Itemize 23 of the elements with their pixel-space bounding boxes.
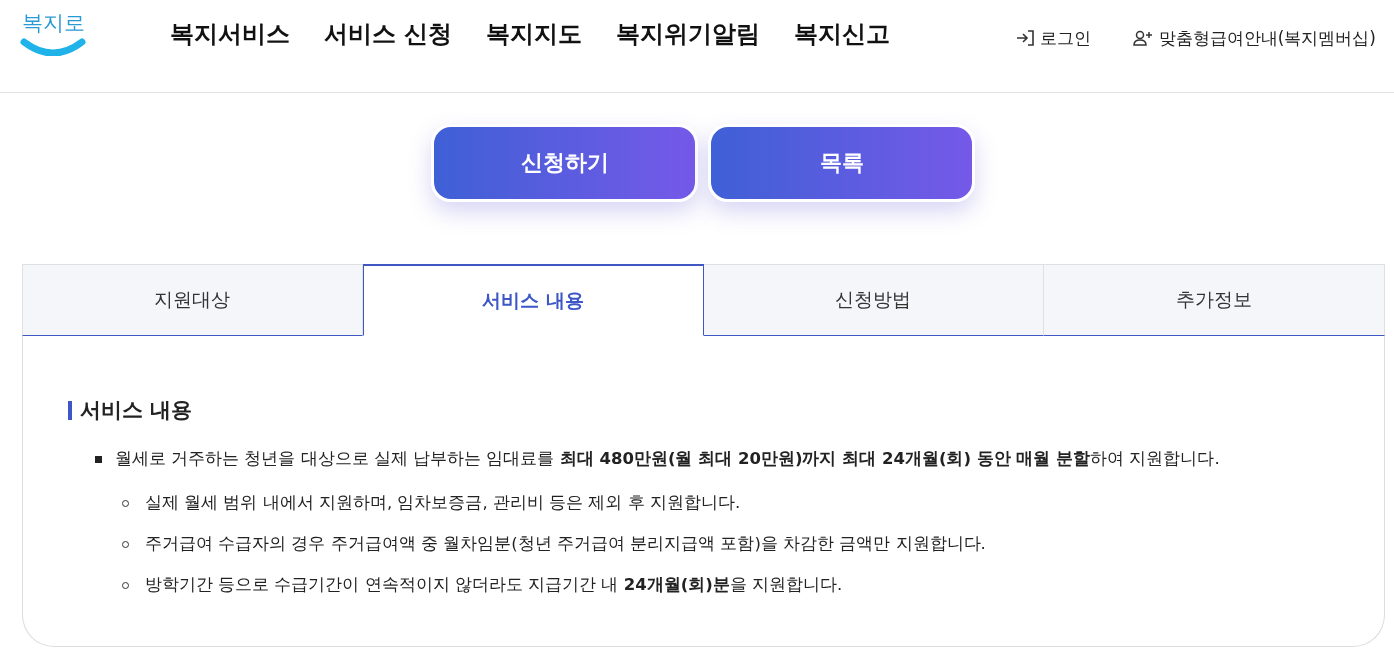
nav-link[interactable]: 서비스 신청	[324, 18, 453, 50]
nav-link[interactable]: 복지서비스	[170, 18, 290, 50]
tab[interactable]: 신청방법	[703, 264, 1045, 336]
list-item-text: 방학기간 등으로 수급기간이 연속적이지 않더라도 지급기간 내 24개월(회)분을 지원합니다.	[145, 574, 843, 596]
section-title: 서비스 내용	[80, 397, 193, 424]
action-button[interactable]: 신청하기	[431, 124, 698, 202]
user-plus-icon	[1132, 30, 1153, 46]
nav-link[interactable]: 복지지도	[486, 18, 583, 50]
list-item-text: 주거급여 수급자의 경우 주거급여액 중 월차임분(청년 주거급여 분리지급액 포함)을 차감한 금액만 지원합니다.	[145, 533, 986, 555]
utility-link[interactable]: 맞춤형급여안내(복지멤버십)	[1132, 26, 1376, 50]
nav-link[interactable]: 복지위기알림	[616, 18, 761, 50]
list-item-text: 실제 월세 범위 내에서 지원하며, 임차보증금, 관리비 등은 제외 후 지원합니다.	[145, 492, 741, 514]
action-button[interactable]: 목록	[708, 124, 975, 202]
utility-link[interactable]: 로그인	[1015, 26, 1091, 50]
tab[interactable]: 추가정보	[1044, 264, 1385, 336]
login-icon	[1015, 30, 1034, 46]
title-bar-icon	[68, 400, 72, 420]
square-bullet-icon	[95, 455, 102, 463]
smile-icon	[20, 38, 86, 56]
tab[interactable]: 지원대상	[22, 264, 363, 336]
tab[interactable]: 서비스 내용	[362, 264, 704, 336]
list-item-text: 월세로 거주하는 청년을 대상으로 실제 납부하는 임대료를 최대 480만원(월 최대 20만원)까지 최대 24개월(회) 동안 매월 분할하여 지원합니다.	[115, 448, 1220, 470]
nav-link[interactable]: 복지신고	[794, 18, 891, 50]
